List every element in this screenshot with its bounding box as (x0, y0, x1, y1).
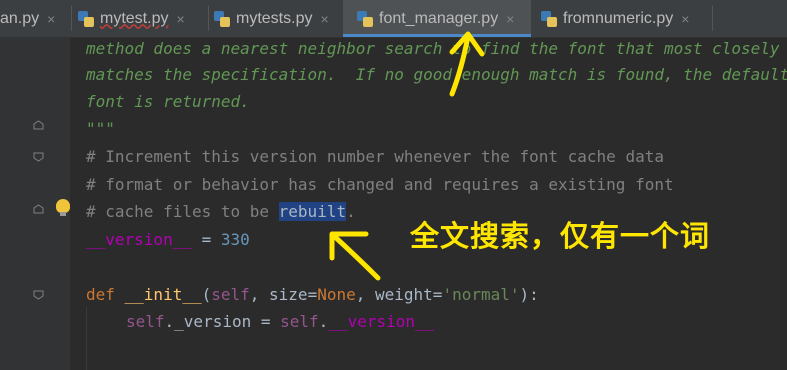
fold-end-icon[interactable] (33, 120, 44, 130)
annotation-arrow-up (449, 31, 485, 97)
indent-guide (86, 307, 87, 370)
operator: = (432, 285, 443, 304)
tab-label: mytests.py (236, 9, 313, 27)
none-keyword: None (317, 285, 356, 304)
comment-text: . (346, 202, 356, 221)
self-keyword: self (126, 312, 165, 331)
keyword: def (86, 285, 125, 304)
annotation-arrow-diagonal (329, 231, 381, 281)
punctuation: ): (519, 285, 539, 304)
self-param: self (211, 285, 250, 304)
code-line: font is returned. (86, 92, 250, 111)
number-literal: 330 (220, 230, 250, 249)
code-line: matches the specification. If no good en… (86, 65, 787, 84)
operator: = (191, 230, 221, 249)
punctuation: ( (201, 285, 212, 304)
fold-start-icon[interactable] (33, 290, 44, 300)
code-line: method does a nearest neighbor search to… (86, 39, 780, 58)
comment-text: # cache files to be (86, 202, 279, 221)
tab-divider (712, 6, 713, 31)
self-keyword: self (280, 312, 319, 331)
variable-name: __version__ (86, 230, 192, 249)
search-match-highlight: rebuilt (278, 202, 347, 221)
tab-label: fromnumeric.py (563, 9, 674, 27)
code-editor[interactable]: method does a nearest neighbor search to… (86, 37, 787, 370)
python-file-icon (541, 10, 557, 27)
python-file-icon (357, 10, 373, 27)
fold-end-icon[interactable] (33, 204, 44, 214)
fold-start-icon[interactable] (33, 152, 44, 162)
attribute: ._version = (164, 312, 281, 331)
code-line: """ (86, 119, 115, 138)
punctuation: . (318, 312, 329, 331)
tab-an-py[interactable]: an.py × (0, 0, 70, 37)
tab-font-manager-py[interactable]: font_manager.py × (343, 0, 531, 37)
python-file-icon (78, 10, 94, 27)
tab-mytests-py[interactable]: mytests.py × (214, 0, 344, 37)
tab-label: mytest.py (100, 9, 169, 27)
function-name: __init__ (124, 285, 202, 304)
tab-label: font_manager.py (379, 9, 499, 27)
tab-divider (71, 6, 72, 31)
code-line: # cache files to be rebuilt. (86, 198, 356, 225)
close-icon[interactable]: × (506, 11, 514, 27)
punctuation: , (355, 285, 375, 304)
string-literal: 'normal' (442, 285, 520, 304)
close-icon[interactable]: × (176, 11, 184, 27)
code-line: # Increment this version number whenever… (86, 147, 664, 166)
code-line: # format or behavior has changed and req… (86, 175, 674, 194)
annotation-label: 全文搜索，仅有一个词 (410, 219, 711, 253)
variable-name: __version__ (328, 312, 435, 331)
parameter: weight (375, 285, 433, 304)
python-file-icon (214, 10, 230, 27)
tab-fromnumeric-py[interactable]: fromnumeric.py × (541, 0, 711, 37)
close-icon[interactable]: × (681, 11, 689, 27)
tab-divider (208, 6, 209, 31)
editor-tab-bar: an.py × mytest.py × mytests.py × font_ma… (0, 0, 787, 38)
close-icon[interactable]: × (320, 11, 328, 27)
code-line: __version__ = 330 (86, 226, 250, 253)
close-icon[interactable]: × (47, 11, 55, 27)
tab-mytest-py[interactable]: mytest.py × (78, 0, 208, 37)
tab-label: an.py (0, 9, 40, 27)
punctuation: , size= (249, 285, 318, 304)
code-line: self._version = self.__version__ (126, 308, 434, 335)
code-line: def __init__(self, size=None, weight='no… (86, 281, 539, 308)
lightbulb-icon[interactable] (56, 199, 70, 216)
